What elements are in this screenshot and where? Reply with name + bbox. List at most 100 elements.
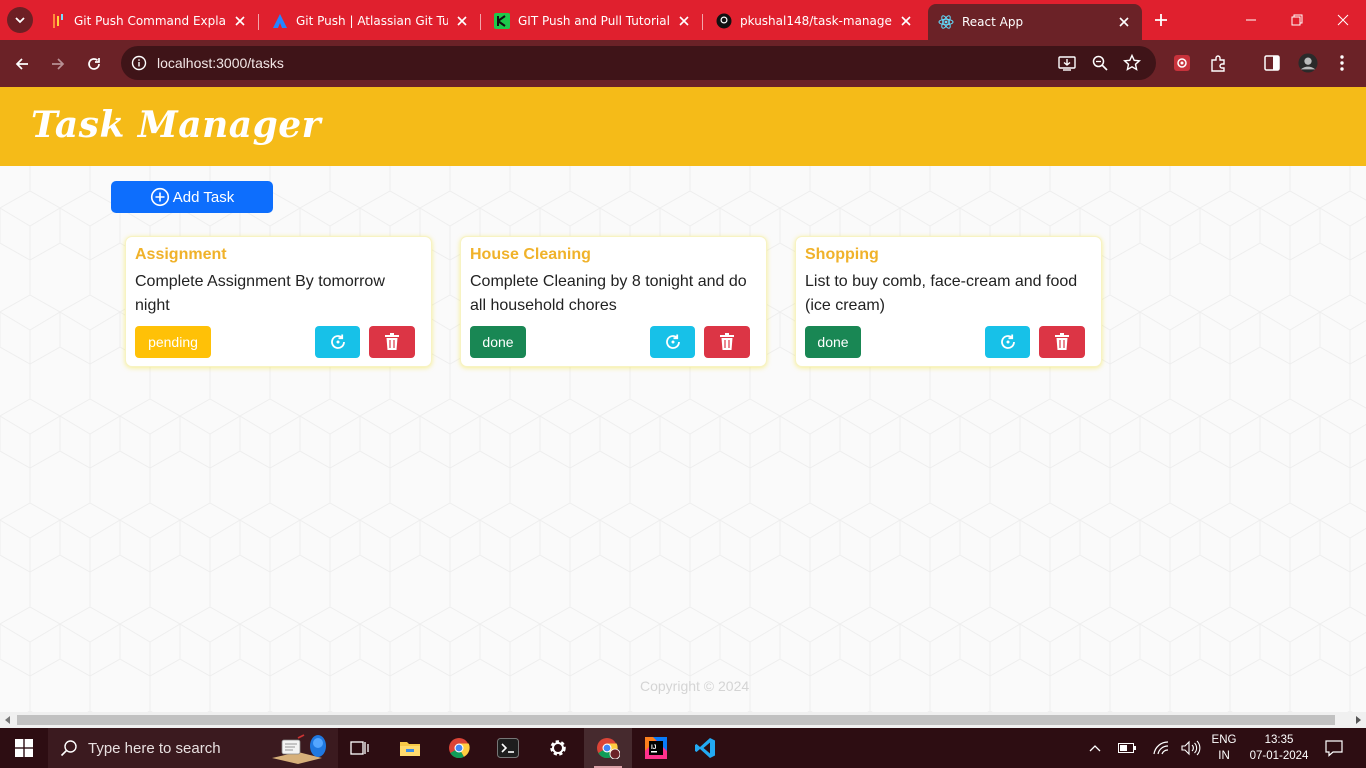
volume-indicator[interactable] [1179,728,1203,768]
close-tab-icon[interactable] [898,13,914,29]
browser-tab[interactable]: GIT Push and Pull Tutorial | D [484,6,703,36]
search-icon [60,740,77,757]
taskbar-search-box[interactable]: Type here to search [48,728,338,768]
network-indicator[interactable] [1149,728,1173,768]
scrollbar-thumb[interactable] [17,715,1335,725]
start-button[interactable] [0,728,48,768]
update-status-button[interactable] [985,326,1030,358]
tab-title: Git Push Command Explained [74,14,226,28]
footer-copyright: Copyright © 2024 [640,678,750,694]
status-badge[interactable]: done [805,326,861,358]
delete-task-button[interactable] [1039,326,1085,358]
battery-indicator[interactable] [1115,728,1139,768]
browser-tab[interactable]: pkushal148/task-manager: u [706,6,924,36]
close-tab-icon[interactable] [454,13,470,29]
back-button[interactable] [9,51,35,77]
update-status-button[interactable] [650,326,695,358]
browser-tab[interactable]: Git Push | Atlassian Git Tutorial [262,6,481,36]
terminal-button[interactable] [484,728,532,768]
close-tab-icon[interactable] [1116,14,1132,30]
settings-button[interactable] [534,728,582,768]
close-tab-icon[interactable] [676,13,692,29]
clock-time: 13:35 [1264,734,1294,746]
restore-icon [1291,14,1303,26]
input-language-indicator[interactable]: ENG IN [1208,732,1240,764]
profile-avatar[interactable] [1298,53,1318,73]
vscode-button[interactable] [681,728,729,768]
notification-icon [1325,740,1343,757]
trash-icon [385,333,399,350]
browser-tab[interactable]: Git Push Command Explained [40,6,259,36]
settings-gear-icon [550,740,566,756]
task-description: Complete Cleaning by 8 tonight and do al… [470,273,747,314]
add-task-label: Add Task [172,188,235,206]
side-panel-icon[interactable] [1262,53,1282,73]
search-placeholder: Type here to search [88,739,221,757]
page-viewport: Task Manager Add Task Assignment Complet… [0,87,1366,712]
update-status-button[interactable] [315,326,360,358]
svg-text:IJ: IJ [651,744,657,751]
tab-search-button[interactable] [7,7,33,33]
restore-button[interactable] [1274,0,1320,40]
tab-title: GIT Push and Pull Tutorial | D [518,14,670,28]
wifi-icon [1153,741,1169,755]
speaker-icon [1181,740,1201,756]
new-tab-button[interactable] [1150,9,1172,31]
close-window-button[interactable] [1320,0,1366,40]
plus-icon [1155,14,1167,26]
delete-task-button[interactable] [369,326,415,358]
task-card: House Cleaning Complete Cleaning by 8 to… [460,236,767,367]
minimize-icon [1246,19,1256,21]
add-task-button[interactable]: Add Task [111,181,273,213]
chrome-profile-icon [597,738,620,759]
chevron-up-icon [1089,745,1101,752]
status-badge[interactable]: pending [135,326,211,358]
extension-red-icon[interactable] [1172,53,1192,73]
file-explorer-icon [400,742,420,756]
extensions-puzzle-icon[interactable] [1208,53,1228,73]
scroll-right-icon[interactable] [1350,712,1366,728]
notification-center-button[interactable] [1318,728,1350,768]
task-card: Shopping List to buy comb, face-cream an… [795,236,1102,367]
task-view-button[interactable] [336,728,384,768]
taskbar-clock[interactable]: 13:35 07-01-2024 [1243,732,1315,764]
bookmark-star-icon[interactable] [1123,54,1141,72]
atlassian-favicon-icon [272,13,288,29]
chrome-profile-button[interactable] [584,728,632,768]
minimize-button[interactable] [1228,0,1274,40]
reload-button[interactable] [81,51,107,77]
browser-tab-strip: Git Push Command Explained Git Push | At… [0,0,1366,40]
url-text[interactable]: localhost:3000/tasks [157,55,284,71]
task-title: Shopping [805,246,879,263]
browser-toolbar: localhost:3000/tasks [0,40,1366,87]
region-code: IN [1218,750,1230,762]
trash-icon [1055,333,1069,350]
windows-logo-icon [15,739,33,757]
trash-icon [720,333,734,350]
chrome-button[interactable] [435,728,483,768]
zoom-icon[interactable] [1091,54,1109,72]
battery-icon [1118,743,1136,753]
task-title: Assignment [135,246,227,263]
browser-menu-icon[interactable] [1332,53,1352,73]
file-explorer-button[interactable] [386,728,434,768]
language-code: ENG [1211,734,1237,746]
search-highlight-illustration-icon [272,734,326,764]
close-tab-icon[interactable] [232,13,248,29]
tab-separator [702,14,703,30]
status-badge[interactable]: done [470,326,526,358]
scroll-left-icon[interactable] [0,712,16,728]
browser-tab-active[interactable]: React App [928,4,1142,40]
install-app-icon[interactable] [1058,54,1076,72]
address-bar[interactable]: localhost:3000/tasks [121,46,1156,80]
tab-separator [258,14,259,30]
show-hidden-icons-button[interactable] [1084,728,1106,768]
forward-button[interactable] [45,51,71,77]
site-info-icon[interactable] [131,55,147,71]
arrow-left-icon [15,58,28,70]
plus-circle-icon [150,187,169,207]
delete-task-button[interactable] [704,326,750,358]
intellij-button[interactable]: IJ [632,728,680,768]
git-tutorial-favicon-icon [494,13,510,29]
horizontal-scrollbar[interactable] [0,712,1366,728]
